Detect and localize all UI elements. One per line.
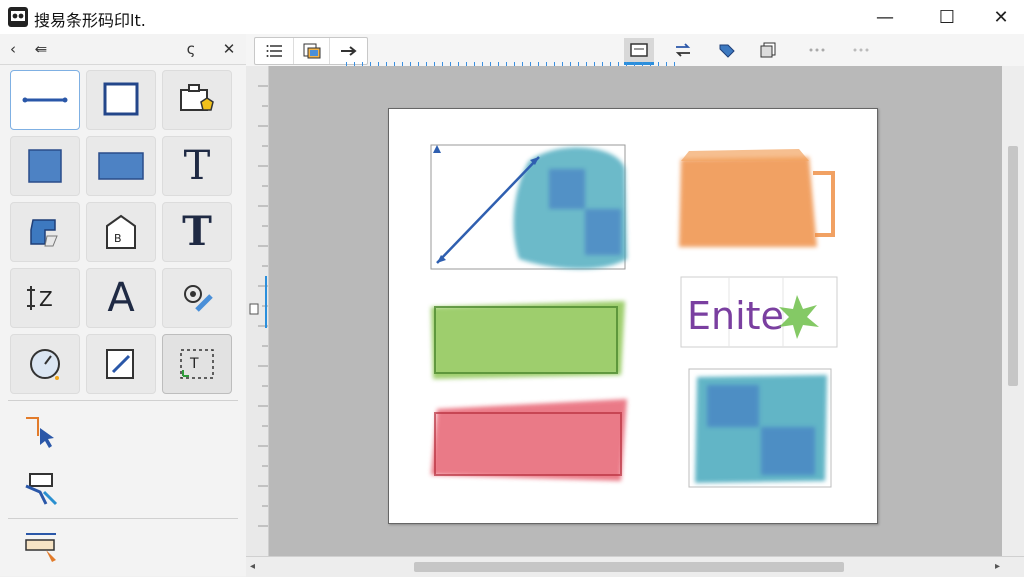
pen-edit-tool[interactable] [86,334,156,394]
vertical-scroll-thumb[interactable] [1008,146,1018,386]
window-title: 搜易条形码印lt. [34,11,146,30]
panel-divider [8,400,238,401]
checker-square-element[interactable] [688,368,832,488]
settings-edit-tool[interactable] [162,268,232,328]
select-arrow-tool[interactable] [20,412,64,452]
horizontal-ruler [346,62,676,66]
panel-divider-2 [8,518,238,519]
barcode-tag-icon: B [106,214,136,249]
ruler-tool[interactable] [20,528,64,568]
layout-icon[interactable] [293,38,330,64]
font-tool[interactable]: A [86,268,156,328]
horizontal-scroll-thumb[interactable] [414,562,844,572]
design-canvas[interactable]: Enite [246,62,1024,556]
square-tool[interactable] [10,136,80,196]
more-icon[interactable] [846,38,876,62]
dots-icon[interactable] [802,38,832,62]
app-icon [8,7,28,27]
list-icon[interactable] [257,38,293,64]
back-icon[interactable]: ‹ [4,38,22,60]
tag-icon[interactable] [712,38,742,62]
text-frame-icon: T [180,349,214,379]
ruler-icon [25,533,56,562]
layer-tool[interactable] [20,468,64,508]
scroll-left-icon[interactable]: ◂ [250,561,255,572]
rectangle-tool[interactable] [86,70,156,130]
line-tool[interactable] [10,70,80,130]
vertical-ruler [246,66,269,556]
barcode-tag-label: B [114,232,122,245]
view-tab-group [254,37,368,65]
minimize-button[interactable]: — [862,0,908,34]
maximize-button[interactable]: ☐ [924,0,970,34]
line-icon [22,97,68,103]
shape-fill-icon [30,219,58,247]
frame-icon[interactable] [624,38,654,65]
gauge-icon [30,349,60,380]
select-arrow-icon [26,417,54,448]
barcode-tag-tool[interactable]: B [86,202,156,262]
pen-edit-icon [106,349,134,379]
orange-box-element[interactable] [679,149,835,247]
shape-fill-tool[interactable] [10,202,80,262]
line-spacing-tool[interactable]: Z [10,268,80,328]
label-page[interactable]: Enite [388,108,878,524]
text-icon: T [183,143,211,189]
text-bold-icon: T [182,208,212,255]
svg-text:T: T [189,356,199,372]
collapse-icon[interactable]: ⇚ [28,38,54,60]
close-button[interactable]: ✕ [978,0,1024,34]
font-icon: A [107,275,135,321]
gauge-tool[interactable] [10,334,80,394]
green-rectangle-element[interactable] [431,301,625,379]
title-bar: 搜易条形码印lt. — ☐ ✕ [0,0,1024,35]
pin-icon[interactable]: ς [180,38,202,60]
close-panel-icon[interactable]: ✕ [218,38,240,60]
stamp-icon [180,84,214,111]
arrow-line-element[interactable] [430,144,627,270]
text-frame-tool[interactable]: T [162,334,232,394]
horizontal-scrollbar[interactable]: ◂ ▸ [246,556,1024,577]
stamp-tool[interactable] [162,70,232,130]
copy-icon[interactable] [754,38,784,62]
red-rectangle-element[interactable] [431,399,627,481]
line-spacing-label: Z [39,287,53,311]
settings-edit-icon [184,285,213,312]
text-bold-tool[interactable]: T [162,202,232,262]
text-label-element[interactable]: Enite [680,276,838,348]
vertical-scrollbar[interactable] [1002,66,1024,556]
scroll-right-icon[interactable]: ▸ [995,561,1000,572]
layer-icon [25,473,58,506]
wide-rectangle-tool[interactable] [86,136,156,196]
tool-panel: ‹ ⇚ ς ✕ T B T Z A T [0,34,247,576]
arrow-right-icon[interactable] [329,38,366,64]
label-text: Enite [687,294,784,338]
ruler-ticks [249,85,268,527]
text-tool[interactable]: T [162,136,232,196]
swap-icon[interactable] [668,38,698,62]
page-content: Enite [430,144,838,488]
rectangle-icon [103,82,139,116]
square-icon [28,149,62,183]
line-spacing-icon: Z [27,286,53,311]
wide-rectangle-icon [98,152,144,180]
tool-panel-header: ‹ ⇚ ς ✕ [0,34,246,65]
